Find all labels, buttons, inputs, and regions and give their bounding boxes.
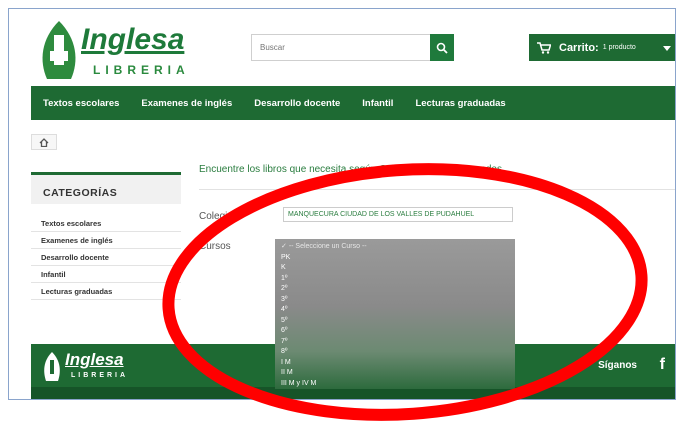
nav-item-lecturas-graduadas[interactable]: Lecturas graduadas bbox=[415, 98, 505, 109]
dropdown-option[interactable]: 1º bbox=[281, 274, 515, 285]
dropdown-option-placeholder[interactable]: ✓ -- Seleccione un Curso -- bbox=[281, 242, 515, 253]
category-item-desarrollo-docente[interactable]: Desarrollo docente bbox=[31, 249, 181, 266]
dropdown-option[interactable]: 2º bbox=[281, 284, 515, 295]
category-item-infantil[interactable]: Infantil bbox=[31, 266, 181, 283]
dropdown-option[interactable]: 7º bbox=[281, 337, 515, 348]
search-icon bbox=[436, 42, 448, 54]
dropdown-option[interactable]: 6º bbox=[281, 326, 515, 337]
cursos-label: Cursos bbox=[199, 241, 231, 252]
facebook-icon[interactable]: f bbox=[660, 356, 665, 374]
nav-item-desarrollo-docente[interactable]: Desarrollo docente bbox=[254, 98, 340, 109]
main-nav: Textos escolares Examenes de inglés Desa… bbox=[31, 86, 675, 120]
dropdown-option[interactable]: I M bbox=[281, 358, 515, 369]
nav-item-examenes[interactable]: Examenes de inglés bbox=[141, 98, 232, 109]
logo-leaf-icon bbox=[42, 21, 76, 79]
nav-item-infantil[interactable]: Infantil bbox=[362, 98, 393, 109]
dropdown-option[interactable]: II M bbox=[281, 368, 515, 379]
footer-logo-subtitle: LIBRERIA bbox=[71, 372, 129, 379]
cart-icon bbox=[537, 41, 551, 54]
site-logo[interactable]: Inglesa LIBRERIA bbox=[35, 17, 185, 87]
cart-count: 1 producto bbox=[602, 44, 636, 51]
search-input[interactable] bbox=[251, 34, 431, 61]
dropdown-option[interactable]: 5º bbox=[281, 316, 515, 327]
search-bar bbox=[251, 34, 454, 61]
dropdown-option[interactable]: 8º bbox=[281, 347, 515, 358]
home-icon bbox=[39, 137, 49, 147]
category-item-examenes[interactable]: Examenes de inglés bbox=[31, 232, 181, 249]
cart-dropdown-caret-icon[interactable] bbox=[663, 46, 671, 51]
divider bbox=[199, 189, 675, 190]
categories-heading: CATEGORÍAS bbox=[31, 172, 181, 204]
cursos-dropdown-list: ✓ -- Seleccione un Curso -- PK K 1º 2º 3… bbox=[275, 239, 515, 389]
logo-subtitle: LIBRERIA bbox=[93, 63, 190, 77]
breadcrumb-home[interactable] bbox=[31, 134, 57, 150]
cart-button[interactable]: Carrito: 1 producto bbox=[529, 34, 675, 61]
cart-label: Carrito: bbox=[559, 41, 599, 54]
footer-logo[interactable]: Inglesa LIBRERIA bbox=[41, 350, 125, 384]
colegio-label: Colegio bbox=[199, 211, 233, 222]
dropdown-option[interactable]: 3º bbox=[281, 295, 515, 306]
dropdown-selected-label: -- Seleccione un Curso -- bbox=[288, 243, 367, 250]
category-list: Textos escolares Examenes de inglés Desa… bbox=[31, 215, 181, 300]
intro-text: Encuentre los libros que necesita según … bbox=[199, 164, 505, 175]
search-button[interactable] bbox=[430, 34, 454, 61]
category-item-lecturas-graduadas[interactable]: Lecturas graduadas bbox=[31, 283, 181, 300]
footer-logo-wordmark: Inglesa bbox=[65, 350, 124, 369]
logo-wordmark: Inglesa bbox=[81, 23, 185, 56]
dropdown-option[interactable]: 4º bbox=[281, 305, 515, 316]
dropdown-option[interactable]: K bbox=[281, 263, 515, 274]
footer-logo-leaf-icon bbox=[44, 352, 60, 381]
colegio-field[interactable]: MANQUECURA CIUDAD DE LOS VALLES DE PUDAH… bbox=[283, 207, 513, 222]
dropdown-option[interactable]: III M y IV M bbox=[281, 379, 515, 390]
categories-title: CATEGORÍAS bbox=[43, 187, 118, 199]
follow-us-label: Síganos bbox=[598, 360, 637, 371]
browser-frame: Inglesa LIBRERIA Carrito: 1 producto Tex… bbox=[8, 8, 676, 400]
nav-item-textos-escolares[interactable]: Textos escolares bbox=[43, 98, 119, 109]
category-item-textos-escolares[interactable]: Textos escolares bbox=[31, 215, 181, 232]
dropdown-option[interactable]: PK bbox=[281, 253, 515, 264]
